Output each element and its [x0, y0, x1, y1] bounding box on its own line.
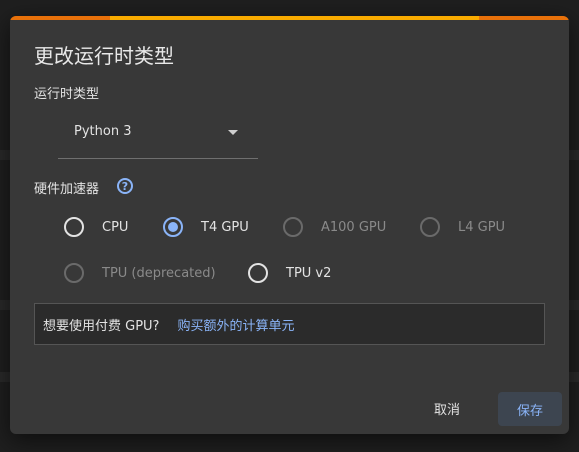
progress-segment: [110, 16, 479, 20]
accelerator-option-label: A100 GPU: [321, 219, 387, 235]
runtime-type-label: 运行时类型: [34, 87, 100, 102]
accelerator-option-label: T4 GPU: [201, 219, 249, 235]
radio-button-checked[interactable]: [163, 217, 183, 237]
dropdown-arrow-icon: [228, 130, 238, 135]
radio-button[interactable]: [64, 217, 84, 237]
radio-button-disabled: [283, 217, 303, 237]
radio-button-disabled: [64, 263, 84, 283]
paid-gpu-promo: 想要使用付费 GPU? 购买额外的计算单元: [34, 303, 545, 345]
change-runtime-dialog: 更改运行时类型 运行时类型 Python 3 硬件加速器 ? CPU T4 GP…: [10, 16, 569, 434]
accelerator-option-label: CPU: [102, 219, 129, 235]
accelerator-option-tpu-deprecated: TPU (deprecated): [64, 261, 216, 285]
accelerator-option-a100-gpu: A100 GPU: [283, 215, 386, 239]
accelerator-option-tpu-v2[interactable]: TPU v2: [248, 261, 331, 285]
save-button[interactable]: 保存: [498, 392, 562, 426]
cancel-button[interactable]: 取消: [434, 399, 460, 418]
accelerator-option-label: TPU (deprecated): [102, 265, 216, 281]
accelerator-option-label: TPU v2: [286, 265, 332, 281]
radio-button[interactable]: [248, 263, 268, 283]
progress-segment: [479, 16, 569, 20]
buy-compute-units-link[interactable]: 购买额外的计算单元: [177, 315, 294, 334]
dialog-title: 更改运行时类型: [34, 44, 174, 68]
progress-segment: [10, 16, 110, 20]
accelerator-option-label: L4 GPU: [458, 219, 506, 235]
accelerator-option-cpu[interactable]: CPU: [64, 215, 128, 239]
radio-button-disabled: [420, 217, 440, 237]
runtime-type-value: Python 3: [74, 124, 132, 139]
accelerator-option-t4-gpu[interactable]: T4 GPU: [163, 215, 249, 239]
accelerator-option-l4-gpu: L4 GPU: [420, 215, 505, 239]
help-icon[interactable]: ?: [117, 178, 133, 194]
hardware-accelerator-label: 硬件加速器: [34, 182, 100, 197]
runtime-type-select[interactable]: Python 3: [58, 114, 258, 159]
promo-text: 想要使用付费 GPU?: [43, 318, 160, 334]
progress-bar: [10, 16, 569, 20]
